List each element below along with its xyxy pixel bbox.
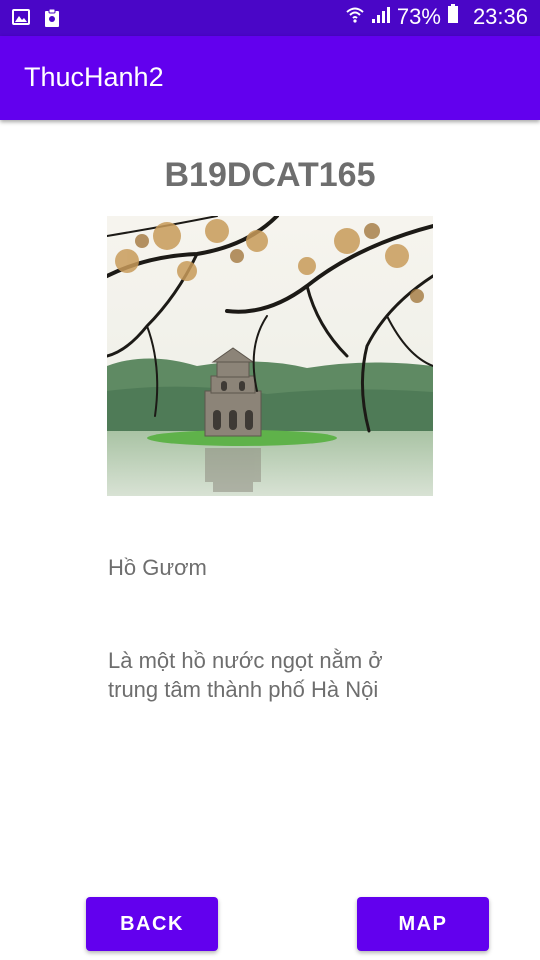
place-description: Là một hồ nước ngọt nằm ở trung tâm thàn… — [108, 648, 383, 702]
app-title: ThucHanh2 — [24, 62, 164, 92]
app-bar: ThucHanh2 — [0, 36, 540, 120]
battery-icon — [447, 4, 459, 30]
clipboard-icon — [44, 8, 60, 33]
map-button[interactable]: MAP — [357, 897, 489, 951]
image-icon — [12, 8, 30, 33]
signal-icon — [371, 4, 391, 30]
notification-icons — [12, 8, 60, 33]
place-name: Hồ Gươm — [108, 555, 207, 580]
wifi-icon — [345, 4, 365, 30]
battery-percent: 73% — [396, 4, 441, 29]
status-time: 23:36 — [472, 4, 528, 29]
back-button[interactable]: BACK — [86, 897, 218, 951]
status-bar: 73% 23:36 — [0, 0, 540, 36]
student-code-title: B19DCAT165 — [164, 156, 376, 194]
app-screen: 73% 23:36 ThucHanh2 B19DCAT165 Hồ Gươm L… — [0, 0, 540, 960]
lake-photo — [107, 216, 433, 496]
system-status: 73% 23:36 — [345, 4, 528, 30]
